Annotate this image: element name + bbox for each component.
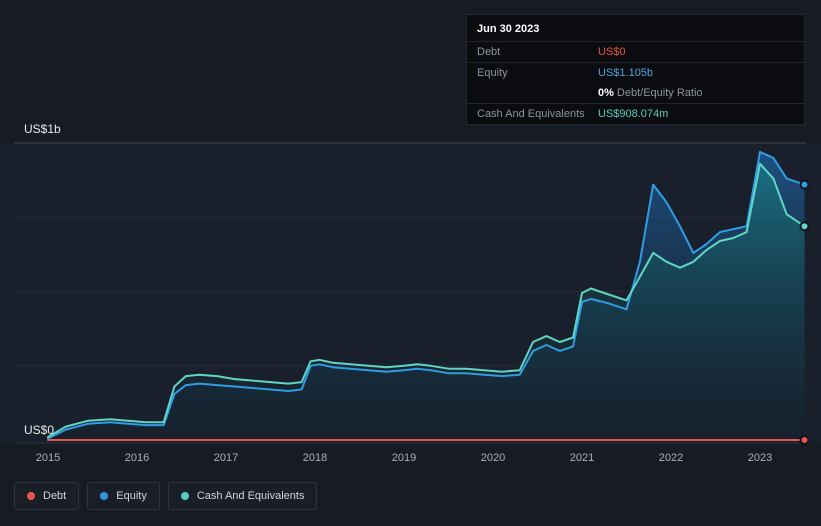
x-tick-label: 2022	[659, 452, 683, 464]
legend-item-equity[interactable]: Equity	[87, 482, 160, 510]
legend-dot-icon	[27, 492, 35, 500]
end-dot-debt	[799, 435, 810, 445]
chart-legend: Debt Equity Cash And Equivalents	[14, 482, 318, 510]
tooltip-row-cash: Cash And Equivalents US$908.074m	[467, 104, 804, 124]
x-tick-label: 2019	[392, 452, 416, 464]
x-tick-label: 2023	[748, 452, 772, 464]
legend-label: Equity	[116, 490, 147, 502]
legend-label: Cash And Equivalents	[196, 490, 305, 502]
tooltip-debt-label: Debt	[477, 46, 501, 58]
x-tick-label: 2016	[125, 452, 149, 464]
legend-dot-icon	[180, 492, 189, 500]
x-tick-label: 2018	[303, 452, 327, 464]
tooltip-row-debt: Debt US$0	[467, 42, 804, 63]
end-dot-cash	[799, 221, 810, 232]
debt-equity-history-chart: US$1b US$0 2015 2016 2017 2018 2019 2020 2021 2…	[0, 0, 821, 526]
tooltip-equity-value: US$1.105b	[598, 67, 654, 79]
tooltip-row-equity: Equity US$1.105b	[467, 63, 804, 83]
tooltip-cash-value: US$908.074m	[598, 108, 669, 120]
tooltip-row-ratio: 0% Debt/Equity Ratio	[467, 83, 804, 104]
tooltip-date: Jun 30 2023	[467, 15, 804, 42]
tooltip-ratio-text: Debt/Equity Ratio	[616, 87, 703, 99]
x-tick-label: 2017	[214, 452, 238, 464]
tooltip-equity-label: Equity	[477, 67, 508, 79]
tooltip-debt-value: US$0	[598, 46, 626, 58]
end-dot-equity	[799, 179, 810, 190]
x-tick-label: 2021	[570, 452, 594, 464]
tooltip-ratio-value: 0%	[598, 87, 614, 99]
legend-item-cash-and-equivalents[interactable]: Cash And Equivalents	[167, 482, 318, 510]
legend-dot-icon	[100, 492, 109, 500]
chart-svg[interactable]: 2015 2016 2017 2018 2019 2020 2021 2022 2023	[14, 120, 814, 468]
legend-item-debt[interactable]: Debt	[14, 482, 80, 510]
tooltip-cash-label: Cash And Equivalents	[477, 108, 585, 120]
area-cash	[48, 163, 805, 441]
x-tick-label: 2015	[36, 452, 60, 464]
chart-tooltip: Jun 30 2023 Debt US$0 Equity US$1.105b 0…	[466, 14, 805, 125]
legend-label: Debt	[43, 490, 67, 502]
x-tick-label: 2020	[481, 452, 505, 464]
